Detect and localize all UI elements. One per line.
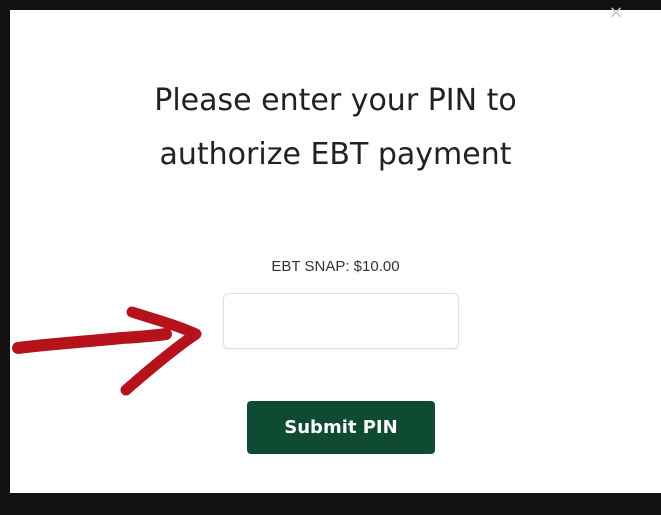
submit-pin-button[interactable]: Submit PIN xyxy=(247,401,435,454)
modal-title-line-2: authorize EBT payment xyxy=(159,137,512,172)
screenshot-frame: × Please enter your PIN to authorize EBT… xyxy=(0,0,661,515)
pin-input[interactable] xyxy=(223,293,459,349)
modal-title-line-1: Please enter your PIN to xyxy=(154,83,517,118)
modal-title: Please enter your PIN to authorize EBT p… xyxy=(10,74,661,182)
ebt-snap-amount-label: EBT SNAP: $10.00 xyxy=(271,258,400,275)
close-icon[interactable]: × xyxy=(607,4,625,22)
ebt-pin-modal: × Please enter your PIN to authorize EBT… xyxy=(10,4,661,493)
